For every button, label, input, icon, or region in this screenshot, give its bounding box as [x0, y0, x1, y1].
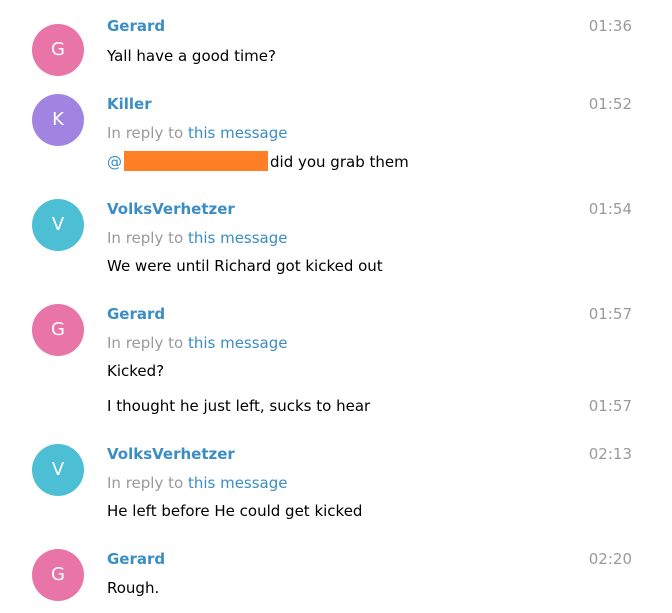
reply-link[interactable]: this message — [188, 124, 288, 142]
reply-indicator: In reply to this message — [107, 228, 288, 248]
message-followup-time: 01:57 — [588, 397, 632, 415]
message-author[interactable]: Gerard — [107, 549, 165, 569]
message-time: 01:54 — [588, 200, 632, 218]
message-gerard-0220: G Gerard 02:20 Rough. — [0, 549, 672, 609]
reply-prefix: In reply to — [107, 474, 188, 492]
message-text: Yall have a good time? — [107, 47, 276, 65]
message-time: 01:36 — [588, 17, 632, 35]
message-text: @ did you grab them — [107, 151, 409, 172]
reply-prefix: In reply to — [107, 229, 188, 247]
avatar-volksverhetzer[interactable]: V — [32, 444, 84, 496]
reply-indicator: In reply to this message — [107, 123, 288, 143]
message-volksverhetzer-0154: V VolksVerhetzer 01:54 In reply to this … — [0, 199, 672, 289]
message-author[interactable]: Gerard — [107, 304, 165, 324]
avatar-gerard[interactable]: G — [32, 24, 84, 76]
avatar-killer[interactable]: K — [32, 94, 84, 146]
message-author[interactable]: VolksVerhetzer — [107, 199, 235, 219]
message-time: 01:57 — [588, 305, 632, 323]
mention-at[interactable]: @ — [107, 153, 122, 171]
message-text: Rough. — [107, 579, 160, 597]
reply-link[interactable]: this message — [188, 334, 288, 352]
message-text-after-redaction: did you grab them — [270, 153, 409, 171]
redaction-block — [124, 151, 268, 171]
avatar-gerard[interactable]: G — [32, 549, 84, 601]
reply-link[interactable]: this message — [188, 229, 288, 247]
message-gerard-0136: G Gerard 01:36 Yall have a good time? — [0, 16, 672, 86]
message-volksverhetzer-0213: V VolksVerhetzer 02:13 In reply to this … — [0, 444, 672, 534]
message-text: Kicked? — [107, 362, 165, 380]
message-gerard-0157: G Gerard 01:57 In reply to this message … — [0, 304, 672, 424]
message-text: He left before He could get kicked — [107, 502, 363, 520]
reply-link[interactable]: this message — [188, 474, 288, 492]
message-author[interactable]: VolksVerhetzer — [107, 444, 235, 464]
avatar-gerard[interactable]: G — [32, 304, 84, 356]
message-killer-0152: K Killer 01:52 In reply to this message … — [0, 94, 672, 184]
message-text: We were until Richard got kicked out — [107, 257, 383, 275]
message-time: 01:52 — [588, 95, 632, 113]
reply-indicator: In reply to this message — [107, 333, 288, 353]
message-time: 02:20 — [588, 550, 632, 568]
message-followup-text: I thought he just left, sucks to hear — [107, 397, 371, 415]
reply-indicator: In reply to this message — [107, 473, 288, 493]
message-author[interactable]: Killer — [107, 94, 152, 114]
message-author[interactable]: Gerard — [107, 16, 165, 36]
avatar-volksverhetzer[interactable]: V — [32, 199, 84, 251]
reply-prefix: In reply to — [107, 124, 188, 142]
reply-prefix: In reply to — [107, 334, 188, 352]
message-time: 02:13 — [588, 445, 632, 463]
